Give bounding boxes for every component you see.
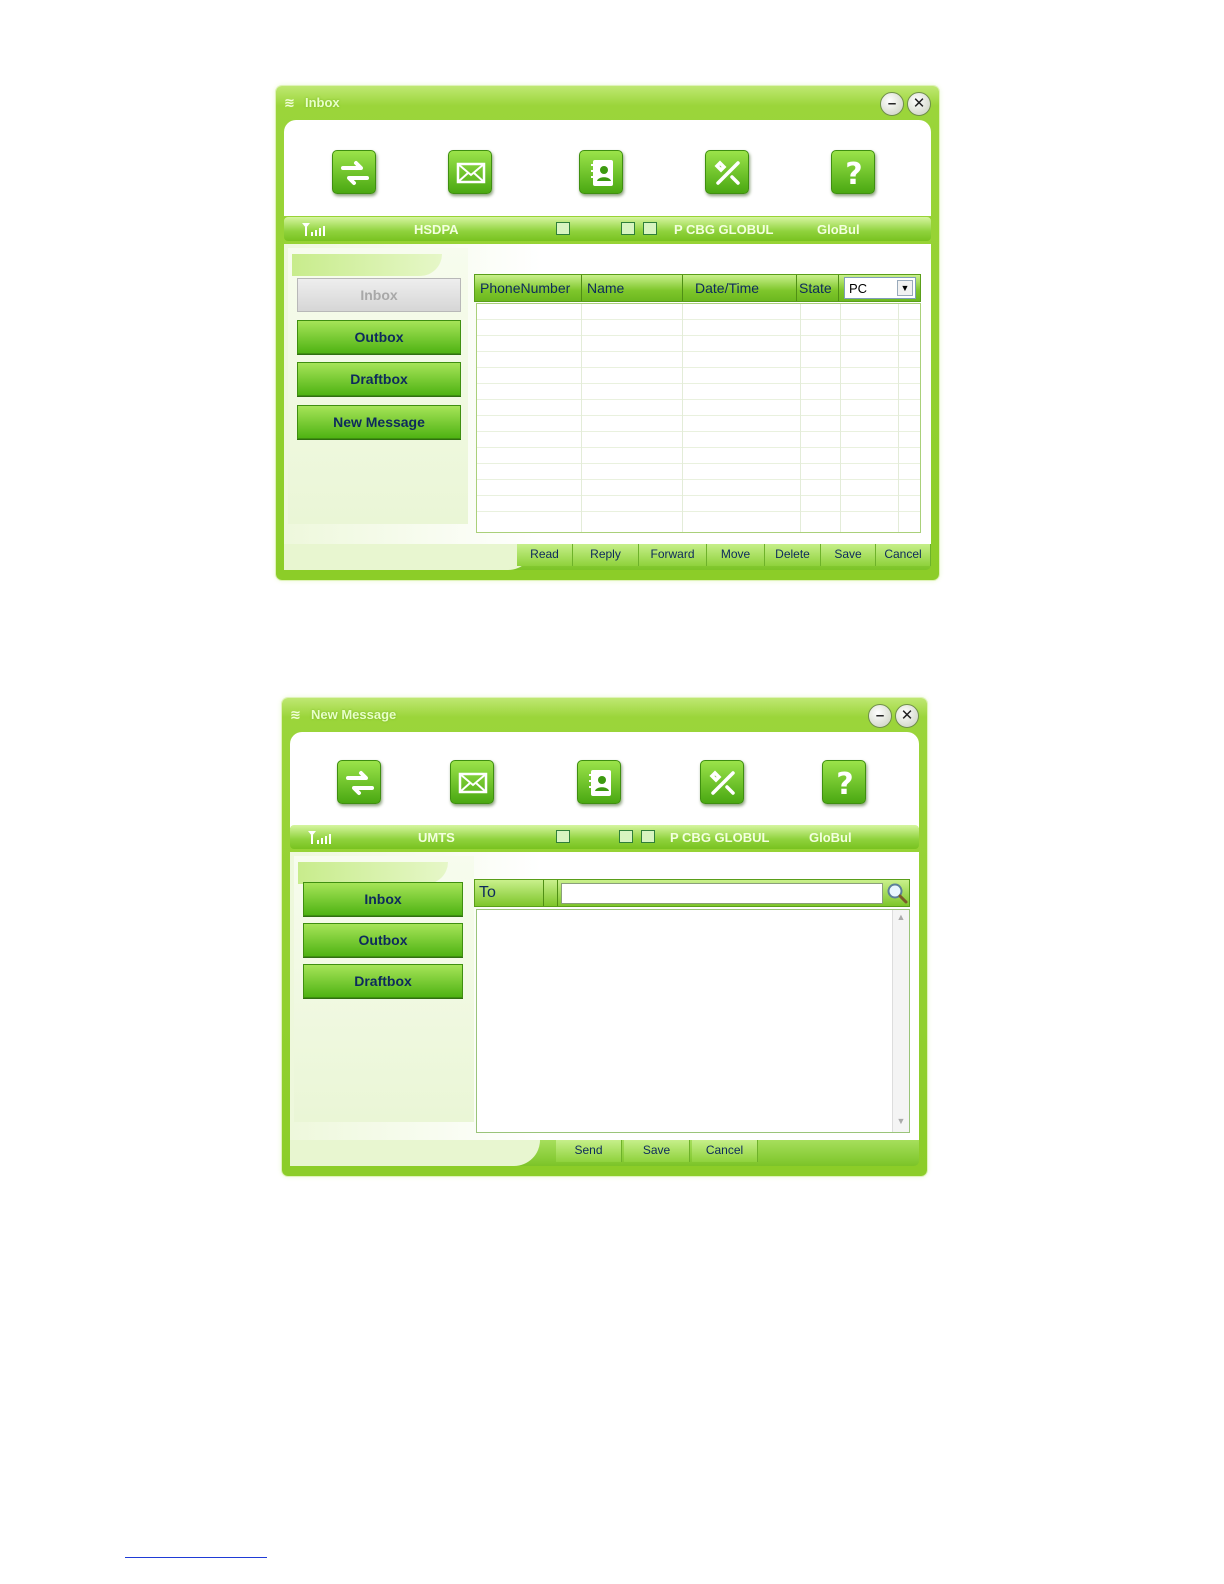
storage-select-value: PC <box>849 281 868 296</box>
status-bar: UMTS P CBG GLOBUL GloBul <box>290 825 919 849</box>
inbox-window: ≋ Inbox – ✕ ? HSDPA P CBG GLOBUL GloBul … <box>276 86 939 580</box>
nav-outbox-button[interactable]: Outbox <box>297 320 461 354</box>
network-type: HSDPA <box>414 222 459 237</box>
title-bar[interactable]: ≋ New Message – ✕ <box>282 698 927 732</box>
network-type: UMTS <box>418 830 455 845</box>
chevron-down-icon[interactable]: ▼ <box>894 1116 908 1130</box>
action-bar: Send Save Cancel <box>290 1140 919 1166</box>
column-phone-number[interactable]: PhoneNumber <box>480 280 570 296</box>
column-state[interactable]: State <box>799 280 832 296</box>
minimize-button[interactable]: – <box>868 704 892 728</box>
recipient-bar: To <box>474 879 910 907</box>
new-message-window: ≋ New Message – ✕ ? UMTS P CBG GLOBUL Gl… <box>282 698 927 1176</box>
help-icon[interactable]: ? <box>822 760 866 804</box>
action-bar: Read Reply Forward Move Delete Save Canc… <box>284 544 931 570</box>
envelope-icon[interactable] <box>448 150 492 194</box>
envelope-icon[interactable] <box>450 760 494 804</box>
nav-inbox-button[interactable]: Inbox <box>303 882 463 916</box>
signal-icon <box>302 223 325 236</box>
pc-connection-icon <box>556 222 570 235</box>
contacts-icon[interactable] <box>579 150 623 194</box>
send-button[interactable]: Send <box>556 1140 622 1162</box>
column-date-time[interactable]: Date/Time <box>695 280 759 296</box>
photo-icon <box>641 830 655 843</box>
footnote-divider <box>125 1557 267 1558</box>
nav-outbox-button[interactable]: Outbox <box>303 923 463 957</box>
app-logo-icon: ≋ <box>290 707 301 722</box>
provider-name: GloBul <box>809 830 852 845</box>
cancel-button[interactable]: Cancel <box>692 1140 758 1162</box>
sim-icon <box>619 830 633 843</box>
recipient-input[interactable] <box>561 883 883 904</box>
chevron-down-icon[interactable]: ▼ <box>897 280 913 296</box>
window-title: New Message <box>311 707 397 722</box>
nav-draftbox-button[interactable]: Draftbox <box>297 362 461 396</box>
help-icon[interactable]: ? <box>831 150 875 194</box>
title-bar[interactable]: ≋ Inbox – ✕ <box>276 86 939 120</box>
search-icon[interactable] <box>885 881 909 905</box>
close-button[interactable]: ✕ <box>895 704 919 728</box>
sidebar-tab <box>292 254 442 276</box>
transfer-icon[interactable] <box>332 150 376 194</box>
help-glyph: ? <box>836 767 853 799</box>
sidebar-tab <box>298 862 448 884</box>
cancel-button[interactable]: Cancel <box>876 544 931 566</box>
forward-button[interactable]: Forward <box>639 544 707 566</box>
column-name[interactable]: Name <box>587 280 624 296</box>
help-glyph: ? <box>845 157 862 189</box>
photo-icon <box>643 222 657 235</box>
tools-icon[interactable] <box>700 760 744 804</box>
pc-connection-icon <box>556 830 570 843</box>
toolbar: ? <box>290 732 919 828</box>
signal-icon <box>308 831 331 844</box>
contacts-icon[interactable] <box>577 760 621 804</box>
message-body-textarea[interactable]: ▲ ▼ <box>476 909 910 1133</box>
sim-icon <box>621 222 635 235</box>
window-title: Inbox <box>305 95 340 110</box>
nav-inbox-button[interactable]: Inbox <box>297 278 461 312</box>
chevron-up-icon[interactable]: ▲ <box>894 912 908 926</box>
save-button[interactable]: Save <box>624 1140 690 1162</box>
app-logo-icon: ≋ <box>284 95 295 110</box>
move-button[interactable]: Move <box>707 544 765 566</box>
save-button[interactable]: Save <box>821 544 876 566</box>
reply-button[interactable]: Reply <box>573 544 639 566</box>
operator-name: P CBG GLOBUL <box>670 830 770 845</box>
provider-name: GloBul <box>817 222 860 237</box>
content-area: Inbox Outbox Draftbox New Message PhoneN… <box>284 244 931 550</box>
delete-button[interactable]: Delete <box>765 544 821 566</box>
to-label: To <box>479 884 496 901</box>
message-table-body[interactable] <box>476 303 921 533</box>
toolbar: ? <box>284 120 931 216</box>
storage-select[interactable]: PC ▼ <box>844 277 916 299</box>
content-area: Inbox Outbox Draftbox To ▲ ▼ <box>290 852 919 1148</box>
operator-name: P CBG GLOBUL <box>674 222 774 237</box>
nav-new-message-button[interactable]: New Message <box>297 405 461 439</box>
vertical-scrollbar[interactable]: ▲ ▼ <box>892 910 909 1132</box>
minimize-button[interactable]: – <box>880 92 904 116</box>
nav-draftbox-button[interactable]: Draftbox <box>303 964 463 998</box>
transfer-icon[interactable] <box>337 760 381 804</box>
close-button[interactable]: ✕ <box>907 92 931 116</box>
tools-icon[interactable] <box>705 150 749 194</box>
message-table-header: PhoneNumber Name Date/Time State PC ▼ <box>474 274 921 302</box>
status-bar: HSDPA P CBG GLOBUL GloBul <box>284 217 931 241</box>
read-button[interactable]: Read <box>517 544 573 566</box>
